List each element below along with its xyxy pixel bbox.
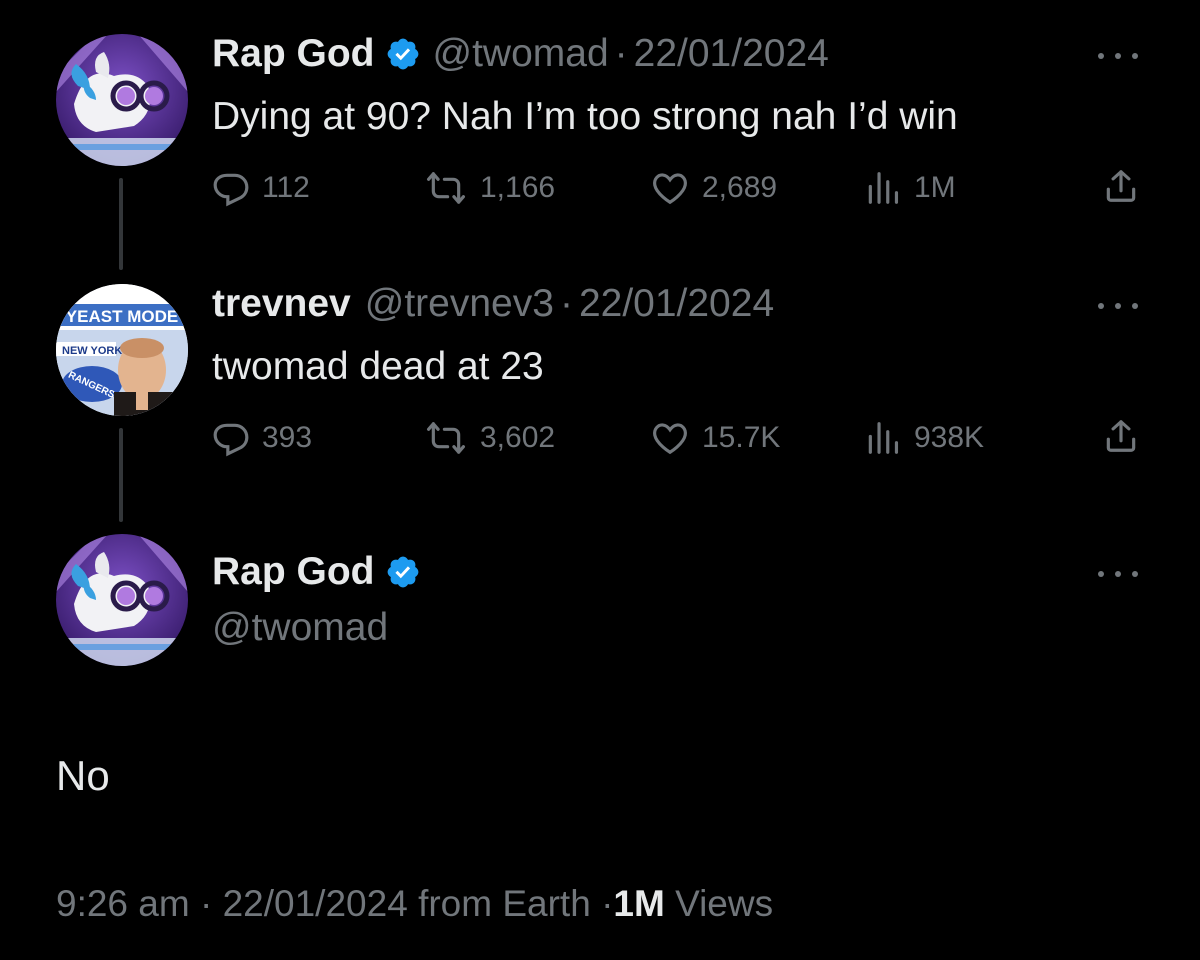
repost-button[interactable]: 3,602 bbox=[424, 416, 555, 460]
tweet-actions: 393 3,602 15.7K 938K bbox=[212, 416, 1142, 460]
verified-badge-icon bbox=[385, 36, 421, 72]
more-icon[interactable] bbox=[1098, 50, 1138, 62]
like-icon bbox=[650, 419, 690, 457]
tweet-meta: 9:26 am · 22/01/2024 from Earth ·1M View… bbox=[56, 880, 773, 928]
author-handle[interactable]: @twomad bbox=[433, 30, 609, 78]
avatar[interactable] bbox=[56, 534, 188, 666]
share-icon bbox=[1102, 416, 1140, 456]
separator-dot: · bbox=[614, 32, 628, 75]
views-count: 938K bbox=[914, 421, 985, 454]
author-handle[interactable]: @trevnev3 bbox=[365, 280, 554, 328]
views-count: 1M bbox=[914, 171, 956, 204]
share-button[interactable] bbox=[1102, 166, 1140, 206]
reply-icon bbox=[212, 169, 250, 207]
avatar-text-top: YEAST MODE bbox=[66, 307, 178, 326]
like-button[interactable]: 15.7K bbox=[650, 416, 780, 460]
like-button[interactable]: 2,689 bbox=[650, 166, 777, 210]
avatar-text-left: NEW YORK bbox=[62, 345, 122, 357]
more-icon[interactable] bbox=[1098, 300, 1138, 312]
repost-count: 1,166 bbox=[480, 171, 556, 204]
repost-icon bbox=[424, 419, 468, 457]
thread-line bbox=[119, 428, 123, 522]
like-count: 2,689 bbox=[702, 171, 778, 204]
views-icon bbox=[864, 169, 902, 207]
tweet-date[interactable]: 22/01/2024 bbox=[579, 280, 774, 328]
reply-button[interactable]: 393 bbox=[212, 416, 312, 460]
author-name[interactable]: Rap God bbox=[212, 30, 375, 78]
reply-count: 112 bbox=[262, 171, 310, 204]
tweet-source: from Earth bbox=[418, 883, 591, 924]
reply-icon bbox=[212, 419, 250, 457]
tweet-header: trevnev @trevnev3 · 22/01/2024 bbox=[212, 280, 774, 328]
share-button[interactable] bbox=[1102, 416, 1140, 456]
repost-button[interactable]: 1,166 bbox=[424, 166, 555, 210]
tweet-actions: 112 1,166 2,689 1M bbox=[212, 166, 1142, 210]
author-name[interactable]: Rap God bbox=[212, 548, 375, 596]
reply-count: 393 bbox=[262, 421, 313, 454]
like-count: 15.7K bbox=[702, 421, 781, 454]
verified-badge-icon bbox=[385, 554, 421, 590]
repost-count: 3,602 bbox=[480, 421, 556, 454]
tweet-header: Rap God @twomad · 22/01/2024 bbox=[212, 30, 829, 78]
views-button[interactable]: 1M bbox=[864, 166, 956, 210]
like-icon bbox=[650, 169, 690, 207]
tweet-time[interactable]: 9:26 am bbox=[56, 883, 190, 924]
author-handle[interactable]: @twomad bbox=[212, 604, 433, 652]
views-count[interactable]: 1M bbox=[613, 883, 664, 924]
avatar[interactable]: YEAST MODE NEW YORK RANGERS bbox=[56, 284, 188, 416]
separator-dot: · bbox=[559, 282, 573, 325]
reply-button[interactable]: 112 bbox=[212, 166, 310, 210]
main-tweet-header: Rap God @twomad bbox=[212, 548, 433, 652]
share-icon bbox=[1102, 166, 1140, 206]
views-button[interactable]: 938K bbox=[864, 416, 984, 460]
avatar[interactable] bbox=[56, 34, 188, 166]
main-tweet-text: No bbox=[56, 752, 110, 799]
views-icon bbox=[864, 419, 902, 457]
more-icon[interactable] bbox=[1098, 568, 1138, 580]
separator-dot: · bbox=[199, 883, 213, 924]
tweet-text: Dying at 90? Nah I’m too strong nah I’d … bbox=[212, 95, 958, 138]
separator-dot: · bbox=[601, 883, 614, 924]
views-label: Views bbox=[675, 883, 774, 924]
thread-line bbox=[119, 178, 123, 270]
tweet-text: twomad dead at 23 bbox=[212, 345, 544, 388]
repost-icon bbox=[424, 169, 468, 207]
author-name[interactable]: trevnev bbox=[212, 280, 351, 328]
tweet-date[interactable]: 22/01/2024 bbox=[634, 30, 829, 78]
tweet-date[interactable]: 22/01/2024 bbox=[223, 883, 408, 924]
